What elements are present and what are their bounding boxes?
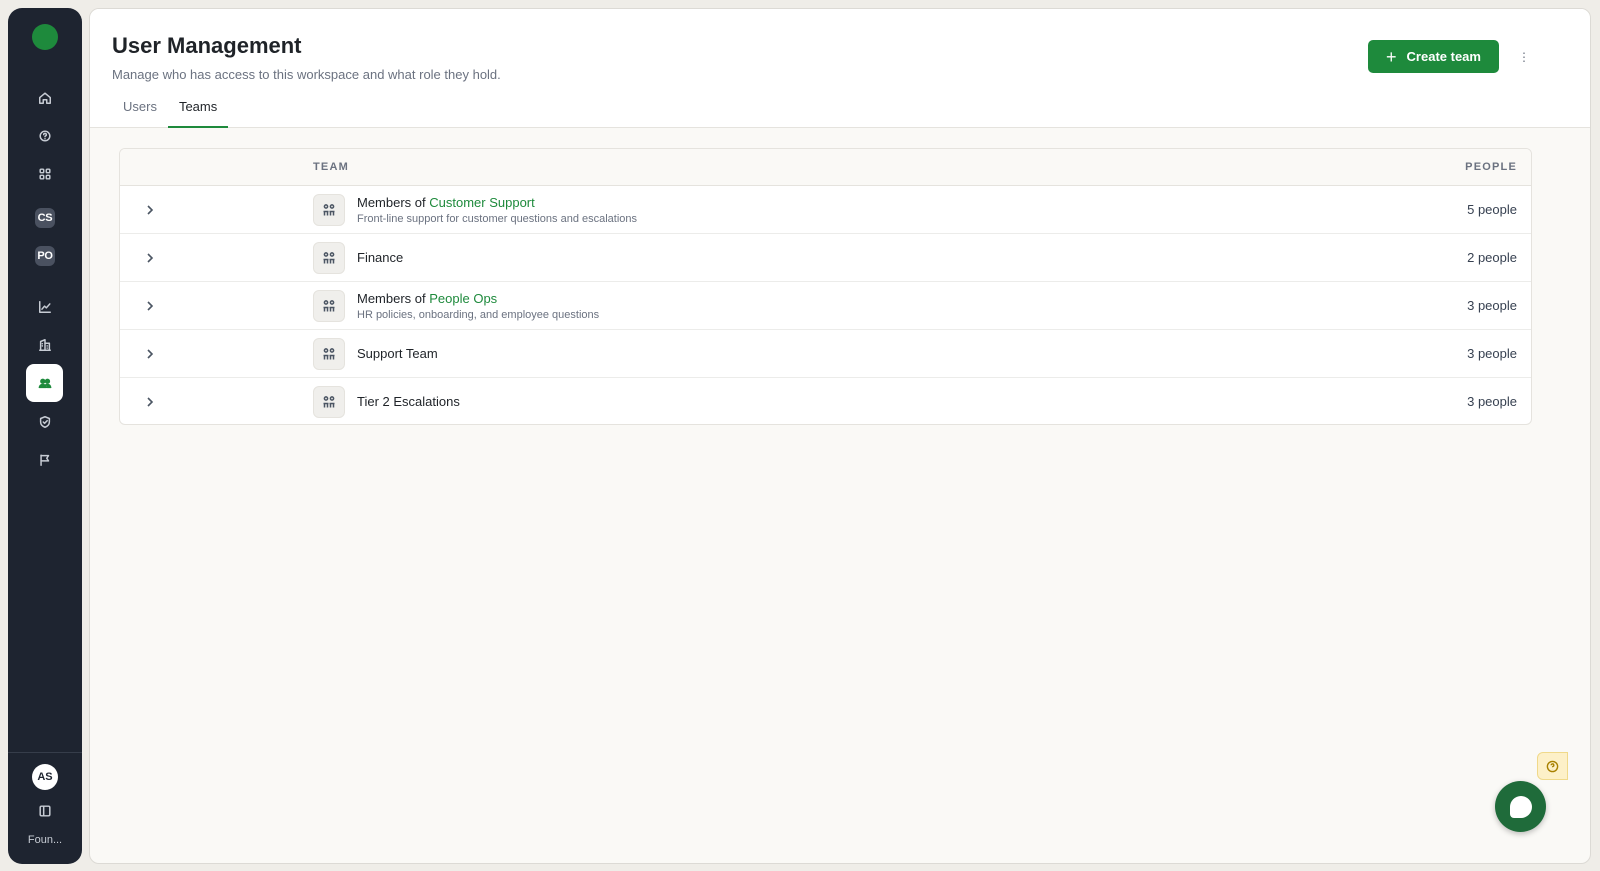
expand-row-button[interactable] — [144, 395, 156, 409]
workspace-badge: CS — [35, 208, 55, 228]
team-name: Support Team — [357, 346, 438, 361]
chat-bubble-icon — [1509, 795, 1532, 818]
team-icon — [313, 242, 345, 274]
team-icon — [313, 290, 345, 322]
nav-home[interactable] — [26, 81, 64, 115]
team-icon — [313, 386, 345, 418]
team-info: Support Team — [357, 346, 438, 361]
nav-organization[interactable] — [26, 328, 64, 362]
table-row[interactable]: Finance 2 people — [120, 234, 1531, 282]
expand-row-button[interactable] — [144, 299, 156, 313]
team-icon — [313, 194, 345, 226]
nav-security[interactable] — [26, 405, 64, 439]
workspace-po[interactable]: PO — [26, 239, 64, 273]
tab-bar: Users Teams — [112, 97, 229, 128]
workspace-badge: PO — [35, 246, 55, 266]
building-icon — [39, 339, 51, 351]
people-count: 5 people — [1467, 202, 1517, 217]
teams-table: TEAM PEOPLE Members of Customer Support … — [119, 148, 1532, 425]
team-name-prefix: Members of — [357, 291, 430, 306]
chevron-right-icon — [147, 301, 154, 311]
people-count: 3 people — [1467, 346, 1517, 361]
expand-row-button[interactable] — [144, 251, 156, 265]
sidebar-divider — [8, 752, 82, 753]
team-name: Finance — [357, 250, 404, 265]
team-info: Tier 2 Escalations — [357, 394, 460, 409]
chat-launcher-button[interactable] — [1495, 781, 1546, 832]
team-link[interactable]: People Ops — [429, 291, 497, 306]
nav-analytics[interactable] — [26, 290, 64, 324]
tab-teams[interactable]: Teams — [167, 97, 229, 128]
chevron-right-icon — [147, 349, 154, 359]
page-subtitle: Manage who has access to this workspace … — [112, 67, 501, 82]
table-row[interactable]: Tier 2 Escalations 3 people — [120, 378, 1531, 424]
team-grid-icon — [323, 204, 335, 216]
sidebar-panel-icon — [39, 805, 51, 817]
people-count: 3 people — [1467, 394, 1517, 409]
people-count: 2 people — [1467, 250, 1517, 265]
chevron-right-icon — [147, 205, 154, 215]
app-logo[interactable] — [32, 24, 58, 50]
expand-row-button[interactable] — [144, 203, 156, 217]
column-header-people: PEOPLE — [1465, 161, 1517, 173]
team-name: Members of Customer Support — [357, 195, 637, 210]
flag-icon — [40, 454, 50, 466]
team-grid-icon — [323, 252, 335, 264]
people-count: 3 people — [1467, 298, 1517, 313]
plus-icon: + — [1386, 46, 1397, 67]
kebab-menu-icon: ⋮ — [1518, 50, 1530, 64]
team-description: HR policies, onboarding, and employee qu… — [357, 309, 600, 321]
help-button[interactable] — [1537, 752, 1568, 780]
nav-reports[interactable] — [26, 443, 64, 477]
nav-user-management[interactable] — [26, 364, 63, 402]
create-team-label: Create team — [1406, 49, 1481, 64]
home-icon — [39, 92, 51, 104]
team-description: Front-line support for customer question… — [357, 213, 638, 225]
team-grid-icon — [323, 300, 335, 312]
team-icon — [313, 338, 345, 370]
sidebar: CS PO AS Foun... — [8, 8, 82, 864]
expand-row-button[interactable] — [144, 347, 156, 361]
analytics-chart-icon — [39, 301, 51, 313]
nav-apps[interactable] — [26, 157, 64, 191]
help-headset-icon — [39, 130, 51, 142]
table-header: TEAM PEOPLE — [120, 149, 1531, 186]
team-info: Members of People Ops HR policies, onboa… — [357, 291, 599, 321]
team-name: Tier 2 Escalations — [357, 394, 460, 409]
team-info: Finance — [357, 250, 403, 265]
table-row[interactable]: Members of Customer Support Front-line s… — [120, 186, 1531, 234]
team-info: Members of Customer Support Front-line s… — [357, 195, 637, 225]
workspace-cs[interactable]: CS — [26, 201, 64, 235]
avatar[interactable]: AS — [32, 764, 58, 790]
collapse-sidebar-button[interactable] — [26, 794, 64, 828]
team-link[interactable]: Customer Support — [429, 195, 535, 210]
main-panel: User Management Manage who has access to… — [89, 8, 1591, 864]
tab-users[interactable]: Users — [112, 97, 168, 128]
chevron-right-icon — [147, 253, 154, 263]
table-row[interactable]: Support Team 3 people — [120, 330, 1531, 378]
team-grid-icon — [323, 348, 335, 360]
create-team-button[interactable]: + Create team — [1368, 40, 1499, 73]
team-name-prefix: Members of — [357, 195, 430, 210]
page-header: User Management Manage who has access to… — [90, 9, 1590, 128]
table-row[interactable]: Members of People Ops HR policies, onboa… — [120, 282, 1531, 330]
column-header-team: TEAM — [313, 161, 349, 173]
team-grid-icon — [323, 396, 335, 408]
apps-grid-icon — [39, 168, 51, 180]
question-circle-icon — [1546, 760, 1559, 772]
page-title: User Management — [112, 33, 302, 58]
org-name[interactable]: Foun... — [8, 834, 82, 846]
nav-help-center[interactable] — [26, 119, 64, 153]
shield-icon — [39, 416, 51, 428]
chevron-right-icon — [147, 397, 154, 407]
users-icon — [38, 378, 51, 389]
team-name: Members of People Ops — [357, 291, 599, 306]
more-options-button[interactable]: ⋮ — [1514, 47, 1534, 67]
